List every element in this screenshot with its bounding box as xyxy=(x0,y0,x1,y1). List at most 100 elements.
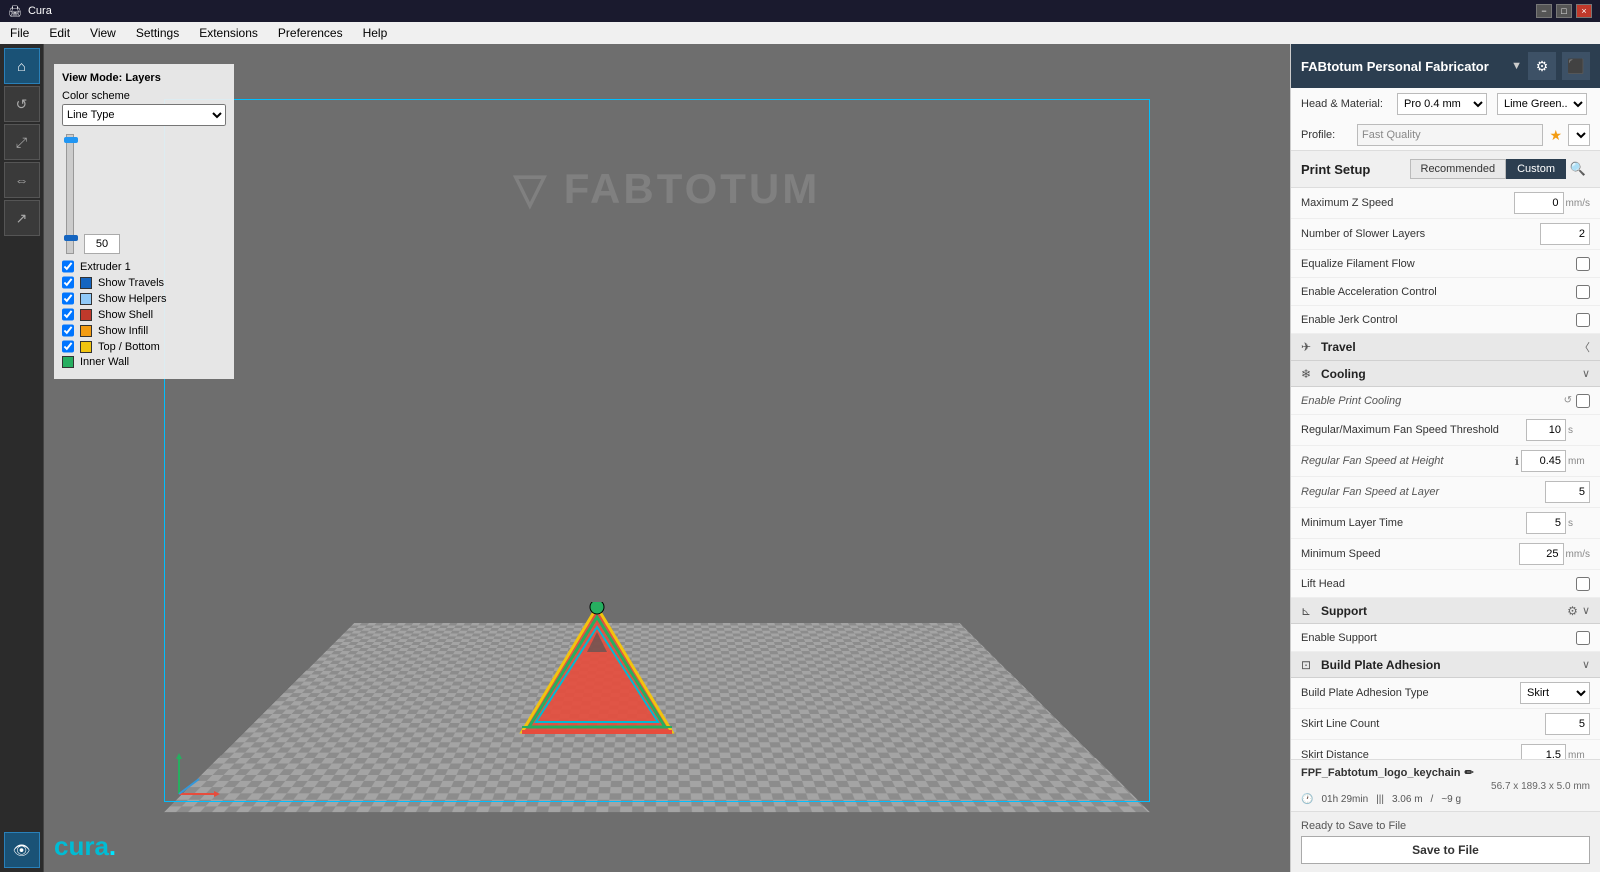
select-tool-button[interactable]: ↗ xyxy=(4,200,40,236)
color-scheme-select[interactable]: Line Type xyxy=(62,104,226,126)
home-view-button[interactable]: ⌂ xyxy=(4,48,40,84)
printer-dropdown-arrow[interactable]: ▼ xyxy=(1511,60,1522,72)
adhesion-type-select[interactable]: Skirt xyxy=(1520,682,1590,704)
printer-settings-icon[interactable]: ⚙ xyxy=(1528,52,1556,80)
menu-edit[interactable]: Edit xyxy=(39,22,80,44)
enable-support-row: Enable Support xyxy=(1291,624,1600,652)
enable-cooling-row: Enable Print Cooling ↺ xyxy=(1291,387,1600,415)
min-layer-time-label: Minimum Layer Time xyxy=(1301,517,1526,529)
enable-support-checkbox[interactable] xyxy=(1576,631,1590,645)
enable-cooling-reset[interactable]: ↺ xyxy=(1564,395,1572,406)
maximize-button[interactable]: □ xyxy=(1556,4,1572,18)
lift-head-checkbox[interactable] xyxy=(1576,577,1590,591)
min-speed-input[interactable] xyxy=(1519,543,1564,565)
travel-section-header[interactable]: ✈ Travel 〈 xyxy=(1291,334,1600,361)
rotate-tool-button[interactable]: ↺ xyxy=(4,86,40,122)
legend-shell-color xyxy=(80,309,92,321)
adhesion-type-label: Build Plate Adhesion Type xyxy=(1301,687,1520,699)
acceleration-row: Enable Acceleration Control xyxy=(1291,278,1600,306)
slower-layers-input[interactable] xyxy=(1540,223,1590,245)
fan-speed-layer-input[interactable] xyxy=(1545,481,1590,503)
fan-threshold-label: Regular/Maximum Fan Speed Threshold xyxy=(1301,424,1526,436)
model-svg xyxy=(517,602,677,742)
min-layer-time-unit: s xyxy=(1568,518,1590,529)
legend-extruder1-checkbox[interactable] xyxy=(62,260,74,273)
fan-speed-layer-label: Regular Fan Speed at Layer xyxy=(1301,486,1545,498)
min-speed-label: Minimum Speed xyxy=(1301,548,1519,560)
print-info-row: 🕐 01h 29min ||| 3.06 m / ~9 g xyxy=(1301,794,1590,805)
acceleration-checkbox[interactable] xyxy=(1576,285,1590,299)
menu-extensions[interactable]: Extensions xyxy=(189,22,268,44)
scale-tool-button[interactable]: ⤢ xyxy=(4,124,40,160)
file-name: FPF_Fabtotum_logo_keychain xyxy=(1301,767,1461,779)
legend-infill-checkbox[interactable] xyxy=(62,324,74,337)
profile-star-button[interactable]: ★ xyxy=(1549,127,1562,144)
profile-label: Profile: xyxy=(1301,129,1351,141)
enable-cooling-checkbox[interactable] xyxy=(1576,394,1590,408)
build-plate-section-header[interactable]: ⊡ Build Plate Adhesion ∨ xyxy=(1291,652,1600,678)
edit-file-icon[interactable]: ✏ xyxy=(1465,766,1474,779)
legend-extruder1: Extruder 1 xyxy=(62,260,226,273)
jerk-label: Enable Jerk Control xyxy=(1301,314,1576,326)
legend-infill-label: Show Infill xyxy=(98,325,148,337)
layer-view-button[interactable]: 👁 xyxy=(4,832,40,868)
skirt-line-count-input[interactable] xyxy=(1545,713,1590,735)
support-gear-icon[interactable]: ⚙ xyxy=(1567,604,1578,618)
profile-input[interactable] xyxy=(1357,124,1543,146)
left-toolbar: ⌂ ↺ ⤢ ⇔ ↗ 👁 xyxy=(0,44,44,872)
support-section-header[interactable]: ⊾ Support ⚙ ∨ xyxy=(1291,598,1600,624)
fan-threshold-input[interactable] xyxy=(1526,419,1566,441)
min-speed-unit: mm/s xyxy=(1566,549,1590,560)
support-icon: ⊾ xyxy=(1301,604,1317,618)
acceleration-label: Enable Acceleration Control xyxy=(1301,286,1576,298)
fan-speed-height-input[interactable] xyxy=(1521,450,1566,472)
min-layer-time-input[interactable] xyxy=(1526,512,1566,534)
menu-help[interactable]: Help xyxy=(353,22,398,44)
print-object xyxy=(517,602,677,742)
menu-view[interactable]: View xyxy=(80,22,126,44)
build-plate-collapse-arrow: ∨ xyxy=(1582,658,1590,671)
jerk-checkbox[interactable] xyxy=(1576,313,1590,327)
head-select[interactable]: Pro 0.4 mm xyxy=(1397,93,1487,115)
menu-preferences[interactable]: Preferences xyxy=(268,22,353,44)
head-material-row: Head & Material: Pro 0.4 mm Lime Green..… xyxy=(1291,88,1600,120)
travel-collapse-arrow: 〈 xyxy=(1579,339,1590,355)
legend-topbottom-checkbox[interactable] xyxy=(62,340,74,353)
layer-panel: View Mode: Layers Color scheme Line Type xyxy=(54,64,234,379)
profile-dropdown[interactable]: ▼ xyxy=(1568,124,1590,146)
printer-monitor-icon[interactable]: ⬛ xyxy=(1562,52,1590,80)
legend-travels-color xyxy=(80,277,92,289)
skirt-distance-input[interactable] xyxy=(1521,744,1566,759)
min-layer-time-row: Minimum Layer Time s xyxy=(1291,508,1600,539)
menu-file[interactable]: File xyxy=(0,22,39,44)
cooling-section-header[interactable]: ❄ Cooling ∨ xyxy=(1291,361,1600,387)
layer-value-input[interactable] xyxy=(84,234,120,254)
cooling-icon: ❄ xyxy=(1301,367,1317,381)
legend-helpers-checkbox[interactable] xyxy=(62,292,74,305)
close-button[interactable]: × xyxy=(1576,4,1592,18)
fan-speed-height-row: Regular Fan Speed at Height ℹ mm xyxy=(1291,446,1600,477)
legend-travels-checkbox[interactable] xyxy=(62,276,74,289)
mirror-tool-button[interactable]: ⇔ xyxy=(4,162,40,198)
search-button[interactable]: 🔍 xyxy=(1566,157,1590,181)
menu-settings[interactable]: Settings xyxy=(126,22,189,44)
printer-header: FABtotum Personal Fabricator ▼ ⚙ ⬛ xyxy=(1291,44,1600,88)
legend-shell-checkbox[interactable] xyxy=(62,308,74,321)
settings-scroll-area: Maximum Z Speed mm/s Number of Slower La… xyxy=(1291,188,1600,759)
tab-custom[interactable]: Custom xyxy=(1506,159,1566,179)
layer-slider-top-thumb[interactable] xyxy=(64,137,78,143)
layer-slider-bottom-thumb[interactable] xyxy=(64,235,78,241)
printer-name: FABtotum Personal Fabricator xyxy=(1301,59,1505,74)
title-icon: 🖨 xyxy=(8,5,22,18)
tab-recommended[interactable]: Recommended xyxy=(1410,159,1507,179)
window-title: Cura xyxy=(28,5,1536,17)
minimize-button[interactable]: − xyxy=(1536,4,1552,18)
legend-topbottom: Top / Bottom xyxy=(62,340,226,353)
equalize-flow-checkbox[interactable] xyxy=(1576,257,1590,271)
viewport-canvas: ▽ FABTOTUM xyxy=(44,44,1290,872)
fan-speed-height-info[interactable]: ℹ xyxy=(1515,455,1519,468)
max-z-speed-input[interactable] xyxy=(1514,192,1564,214)
save-to-file-button[interactable]: Save to File xyxy=(1301,836,1590,864)
viewport: ▽ FABTOTUM xyxy=(44,44,1290,872)
material-select[interactable]: Lime Green... xyxy=(1497,93,1587,115)
